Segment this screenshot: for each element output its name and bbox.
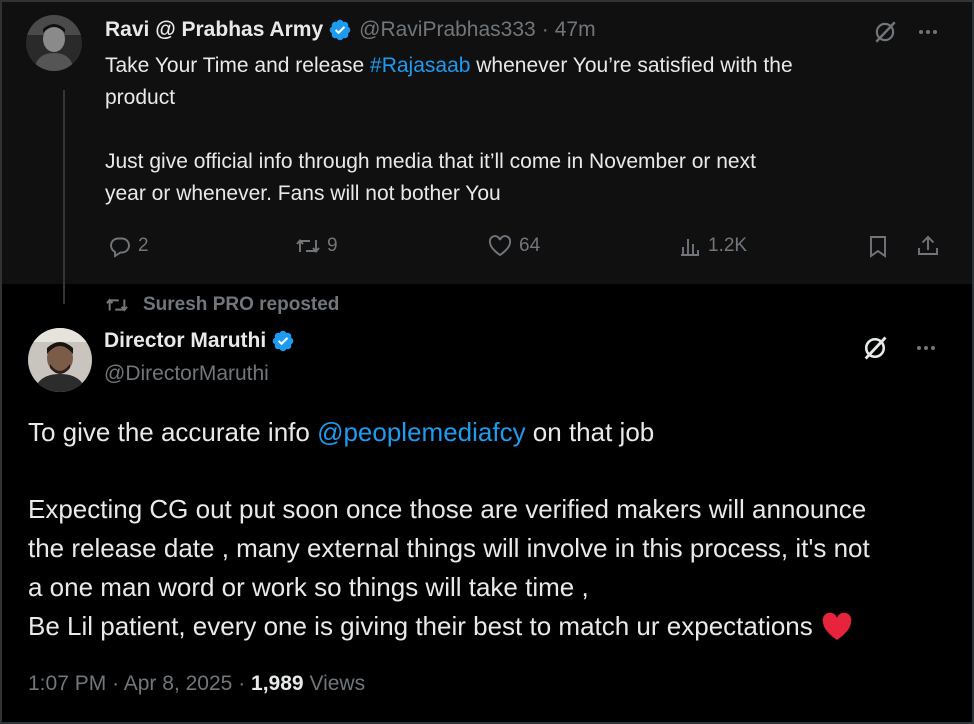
post-time[interactable]: 1:07 PM [28, 672, 106, 695]
tweet-text-line-5: Be Lil patient, every one is giving thei… [28, 607, 853, 646]
repost-icon [296, 239, 320, 253]
views-icon [681, 239, 699, 256]
bookmark-icon[interactable] [867, 235, 889, 259]
tweet-header: Director Maruthi [104, 329, 295, 353]
tweet-text-line-1: To give the accurate info @peoplemediafc… [28, 413, 654, 452]
text-line-4: year or whenever. Fans will not bother Y… [105, 182, 501, 205]
text-line-3: Just give official info through media th… [105, 150, 756, 173]
parent-tweet[interactable]: Ravi @ Prabhas Army @RaviPrabhas333 · 47… [2, 2, 972, 304]
text-line-1: Take Your Time and release #Rajasaab whe… [105, 50, 793, 82]
text-segment: Take Your Time and release [105, 54, 371, 77]
tweet-metadata: 1:07 PM · Apr 8, 2025 · 1,989 Views [28, 672, 365, 696]
tweet-header: Ravi @ Prabhas Army @RaviPrabhas333 · 47… [105, 18, 596, 42]
like-icon [488, 235, 512, 257]
more-icon[interactable] [916, 21, 940, 43]
reply-icon [110, 237, 130, 258]
avatar[interactable] [26, 15, 82, 71]
handle[interactable]: @DirectorMaruthi [104, 362, 269, 386]
mention-link[interactable]: @peoplemediafcy [317, 417, 526, 447]
timestamp[interactable]: 47m [555, 18, 596, 42]
like-button[interactable]: 64 [487, 234, 540, 258]
more-icon[interactable] [914, 337, 938, 359]
handle[interactable]: @RaviPrabhas333 [359, 18, 536, 42]
text-segment: To give the accurate info [28, 417, 318, 447]
verified-badge-icon [272, 330, 294, 352]
separator-dot: · [238, 672, 246, 695]
reply-button[interactable]: 2 [108, 234, 149, 258]
share-icon[interactable] [916, 234, 940, 258]
text-line-2: product [105, 86, 176, 109]
views-count: 1,989 [251, 672, 304, 695]
reply-count: 2 [138, 235, 149, 256]
separator-dot: · [112, 672, 120, 695]
repost-count: 9 [327, 235, 338, 256]
avatar-image [26, 15, 82, 71]
views-button[interactable]: 1.2K [678, 234, 747, 258]
tweet-text: Take Your Time and release #Rajasaab whe… [105, 50, 793, 210]
avatar-image [28, 328, 92, 392]
grok-icon[interactable] [861, 334, 889, 362]
text-segment: on that job [525, 417, 655, 447]
views-count: 1.2K [708, 235, 748, 256]
thread-connector-line [63, 90, 65, 304]
separator-dot: · [541, 18, 549, 41]
text-segment: Be Lil patient, every one is giving thei… [28, 611, 813, 641]
tweet-text-line-3: the release date , many external things … [28, 533, 870, 563]
repost-icon [106, 298, 128, 312]
repost-context[interactable]: Suresh PRO reposted [105, 294, 339, 316]
text-segment: whenever You’re satisfied with the [470, 54, 793, 77]
display-name[interactable]: Director Maruthi [104, 329, 266, 353]
post-date[interactable]: Apr 8, 2025 [124, 672, 233, 695]
hashtag-link[interactable]: #Rajasaab [370, 54, 470, 77]
tweet-text-line-2: Expecting CG out put soon once those are… [28, 494, 867, 524]
verified-badge-icon [329, 19, 351, 41]
tweet-text-line-4: a one man word or work so things will ta… [28, 572, 589, 602]
like-count: 64 [519, 235, 541, 256]
grok-icon[interactable] [872, 19, 898, 45]
avatar[interactable] [28, 328, 92, 392]
red-heart-emoji [822, 612, 852, 640]
views-label: Views [309, 672, 366, 695]
repost-context-label: Suresh PRO reposted [143, 294, 340, 315]
display-name[interactable]: Ravi @ Prabhas Army [105, 18, 323, 42]
repost-button[interactable]: 9 [295, 234, 338, 258]
